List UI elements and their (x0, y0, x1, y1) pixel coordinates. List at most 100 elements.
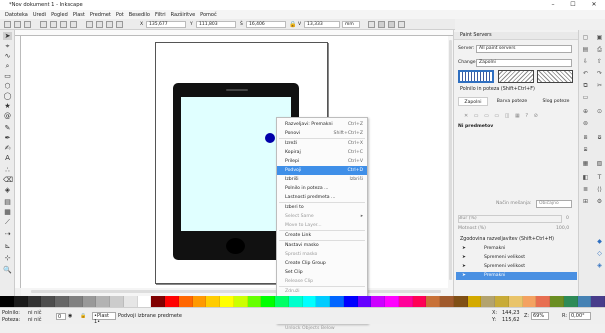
context-menu-item[interactable]: Ponovi Shift+Ctrl+Z (277, 129, 367, 138)
rotate-cw-icon[interactable] (50, 21, 57, 28)
paint-type-icons[interactable]: ✕ ▭ ▭ ▭ ◫ ▦ ? ⊘ (464, 113, 540, 119)
zoom-field[interactable]: 69% (531, 312, 549, 320)
redo-icon[interactable]: ↷ (596, 70, 603, 77)
lower-bottom-icon[interactable] (116, 21, 123, 28)
palette-swatch[interactable] (55, 296, 69, 307)
selector-tool-icon[interactable]: ➤ (3, 32, 12, 40)
unit-select[interactable]: mm (342, 21, 360, 28)
close-button[interactable]: ✕ (585, 0, 603, 10)
palette-swatch[interactable] (96, 296, 110, 307)
palette-swatch[interactable] (550, 296, 564, 307)
zoom-glass-icon[interactable]: 🔍 (3, 266, 12, 274)
snap-toggle-icon[interactable]: ◆ (596, 238, 603, 245)
group-icon[interactable]: ▦ (582, 160, 589, 167)
palette-swatch[interactable] (481, 296, 495, 307)
blur-slider[interactable] (458, 215, 562, 223)
context-menu-item[interactable]: Izbriši Izbriši (277, 175, 367, 184)
menu-help[interactable]: Pomoč (200, 12, 217, 18)
color-palette[interactable] (0, 296, 605, 307)
palette-swatch[interactable] (206, 296, 220, 307)
rect-tool-icon[interactable]: ▭ (3, 72, 12, 80)
dropper-tool-icon[interactable]: ⟋ (3, 218, 12, 226)
context-menu-item[interactable]: Izberi to (277, 203, 367, 212)
palette-swatch[interactable] (68, 296, 83, 307)
clone-icon[interactable]: ⧇ (596, 134, 603, 141)
menu-extensions[interactable]: Razširitve (171, 12, 196, 18)
pattern-swatch-1[interactable] (458, 70, 494, 83)
paste-icon[interactable]: ▭ (582, 94, 589, 101)
text-font-icon[interactable]: T (596, 174, 603, 181)
paint-servers-header[interactable]: Paint Servers (454, 32, 579, 40)
palette-swatch[interactable] (13, 296, 28, 307)
context-menu-item[interactable]: Kopiraj Ctrl+C (277, 148, 367, 157)
palette-swatch[interactable] (357, 296, 372, 307)
context-menu-item[interactable]: Podvoji Ctrl+D (277, 166, 367, 175)
select-all-layers-icon[interactable] (14, 21, 21, 28)
palette-swatch[interactable] (385, 296, 399, 307)
menu-text[interactable]: Besedilo (129, 12, 150, 18)
palette-swatch[interactable] (247, 296, 262, 307)
palette-swatch[interactable] (233, 296, 248, 307)
palette-swatch[interactable] (426, 296, 440, 307)
palette-swatch[interactable] (563, 296, 578, 307)
history-header[interactable]: Zgodovina razveljavitev (Shift+Ctrl+H) (454, 236, 579, 244)
canvas-hscrollbar[interactable] (21, 288, 453, 296)
flip-v-icon[interactable] (70, 21, 77, 28)
palette-swatch[interactable] (220, 296, 234, 307)
palette-swatch[interactable] (0, 296, 14, 307)
palette-swatch[interactable] (137, 296, 152, 307)
export-icon[interactable]: ⇧ (596, 58, 603, 65)
undo-icon[interactable]: ↶ (582, 70, 589, 77)
context-menu-item[interactable]: Create Link (277, 231, 367, 240)
palette-swatch[interactable] (261, 296, 275, 307)
scale-stroke-icon[interactable] (368, 21, 375, 28)
change-select[interactable]: Zapolni (476, 59, 572, 67)
history-item-move[interactable]: Premakni ➤ (456, 272, 577, 280)
blend-select[interactable]: Običajno (536, 200, 572, 208)
node-tool-icon[interactable]: ⌖ (3, 42, 12, 50)
tab-fill[interactable]: Zapolni (458, 97, 488, 106)
open-doc-icon[interactable]: ▣ (596, 34, 603, 41)
palette-swatch[interactable] (371, 296, 385, 307)
menu-object[interactable]: Predmet (90, 12, 111, 18)
lpe-tool-icon[interactable]: ⊹ (3, 254, 12, 262)
phone-screen[interactable] (181, 97, 291, 231)
maximize-button[interactable]: ☐ (564, 0, 582, 10)
stroke-value[interactable]: ni nič (28, 317, 41, 323)
spiral-tool-icon[interactable]: @ (3, 112, 12, 120)
cut-icon[interactable]: ✂ (596, 82, 603, 89)
palette-swatch[interactable] (467, 296, 482, 307)
opacity-field[interactable]: 0 (56, 313, 66, 320)
snap-bbox-icon[interactable]: ◇ (596, 250, 603, 257)
ungroup-icon[interactable]: ▧ (596, 160, 603, 167)
zoom-drawing-icon[interactable]: ⊙ (596, 108, 603, 115)
palette-swatch[interactable] (577, 296, 592, 307)
scale-corners-icon[interactable] (378, 21, 385, 28)
zoom-tool-icon[interactable]: ⌕ (3, 62, 12, 70)
move-gradients-icon[interactable] (388, 21, 395, 28)
palette-swatch[interactable] (591, 296, 605, 307)
y-field[interactable]: 111,803 (196, 21, 236, 28)
palette-swatch[interactable] (151, 296, 165, 307)
zoom-selection-icon[interactable]: ⊕ (582, 108, 589, 115)
lock-icon[interactable]: 🔒 (289, 21, 296, 28)
menu-view[interactable]: Pogled (51, 12, 68, 18)
palette-swatch[interactable] (110, 296, 124, 307)
server-select[interactable]: All paint servers (476, 45, 572, 53)
fill-stroke-icon[interactable]: ◧ (582, 174, 589, 181)
deselect-icon[interactable] (24, 21, 31, 28)
palette-swatch[interactable] (275, 296, 289, 307)
palette-swatch[interactable] (27, 296, 42, 307)
menu-filters[interactable]: Filtri (155, 12, 166, 18)
context-menu-item[interactable]: Izreži Ctrl+X (277, 139, 367, 148)
save-icon[interactable]: ▤ (582, 46, 589, 53)
hscroll-thumb[interactable] (31, 290, 441, 293)
pencil-tool-icon[interactable]: ✎ (3, 124, 12, 132)
gradient-tool-icon[interactable]: ▤ (3, 198, 12, 206)
palette-swatch[interactable] (302, 296, 317, 307)
context-menu-item[interactable]: Create Clip Group (277, 259, 367, 268)
palette-swatch[interactable] (165, 296, 179, 307)
menu-path[interactable]: Pot (116, 12, 124, 18)
palette-swatch[interactable] (495, 296, 509, 307)
star-tool-icon[interactable]: ★ (3, 102, 12, 110)
